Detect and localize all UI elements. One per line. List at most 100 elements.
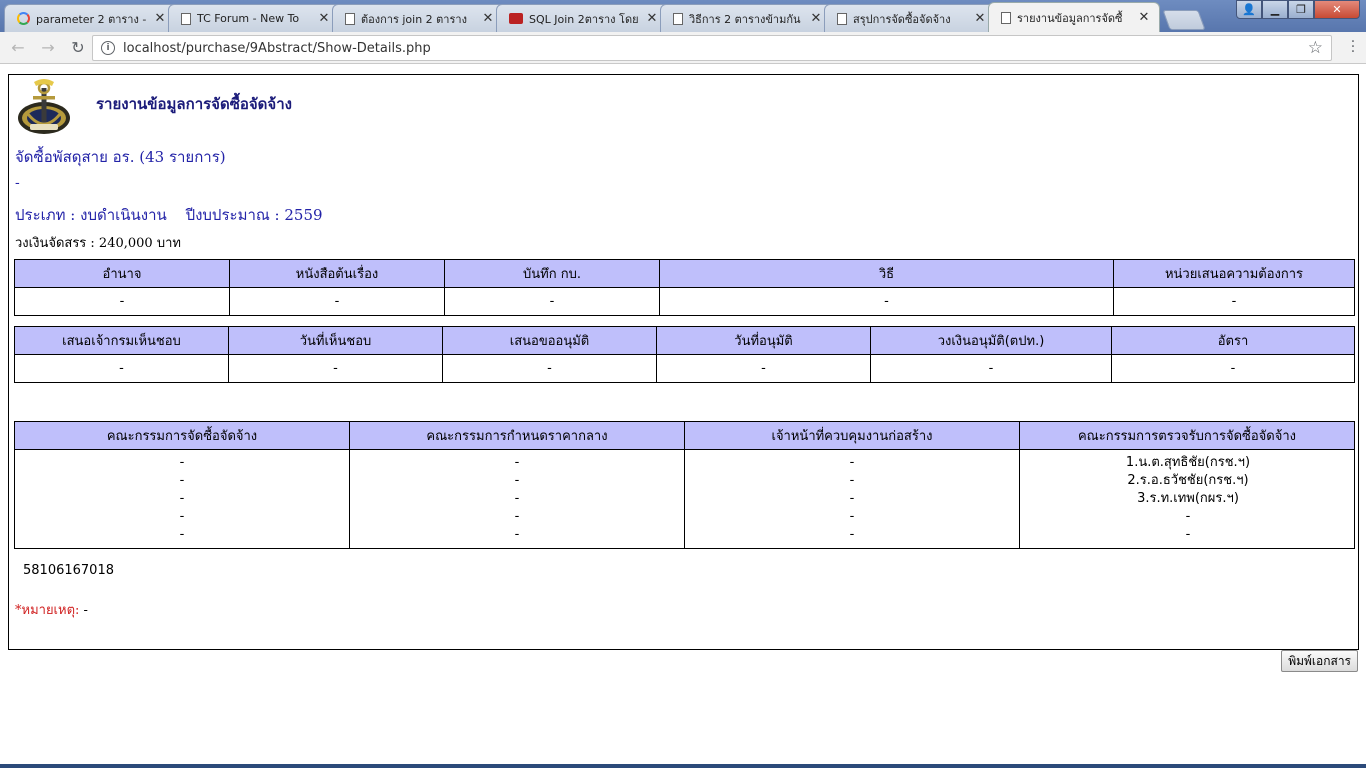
print-document-button[interactable]: พิมพ์เอกสาร [1281,650,1358,672]
table-cell: - [870,354,1112,383]
taskbar-edge [0,764,1366,768]
table-header: อำนาจ [14,259,230,288]
user-icon[interactable]: 👤 [1236,0,1262,19]
list-item: - [849,455,855,470]
url-text[interactable]: localhost/purchase/9Abstract/Show-Detail… [123,41,1308,56]
table-row: - - - - - - - - - - - - - - - 1.น.ต.สุทธ… [14,449,1355,549]
close-icon[interactable]: ✕ [809,11,823,26]
back-icon[interactable]: ← [6,36,30,60]
google-icon [17,12,30,25]
close-icon[interactable]: ✕ [973,11,987,26]
list-item: - [514,491,520,506]
remark-value: - [83,603,88,618]
maximize-icon[interactable]: ❐ [1288,0,1314,19]
list-item: - [1185,509,1191,524]
dash-line: - [15,175,20,191]
item-line: จัดซื้อพัสดุสาย อร. (43 รายการ) [15,148,226,166]
tab-label: สรุปการจัดซื้อจัดจ้าง [853,12,951,26]
close-icon[interactable]: ✕ [481,11,495,26]
construction-supervisor-cell: - - - - - [684,449,1020,549]
tab-summary[interactable]: สรุปการจัดซื้อจัดจ้าง ✕ [824,4,996,32]
table-header: หนังสือต้นเรื่อง [229,259,445,288]
new-tab-button[interactable] [1162,10,1206,30]
document-icon [181,12,191,25]
inspection-committee-cell: 1.น.ต.สุทธิชัย(กรช.ฯ) 2.ร.อ.ธวัชชัย(กรช.… [1019,449,1355,549]
table-cell: - [659,287,1114,316]
table-header: วิธี [659,259,1114,288]
minimize-icon[interactable]: ▁ [1262,0,1288,19]
tab-parameter[interactable]: parameter 2 ตาราง - ✕ [4,4,176,32]
bookmark-star-icon[interactable]: ☆ [1308,38,1323,58]
table-row: - - - - - [14,287,1355,316]
table-header: วงเงินอนุมัติ(ตปท.) [870,326,1112,355]
forward-icon[interactable]: → [36,36,60,60]
tab-strip: parameter 2 ตาราง - ✕ TC Forum - New To … [4,2,1206,32]
tab-report[interactable]: รายงานข้อมูลการจัดซื้ ✕ [988,2,1160,32]
tab-label: TC Forum - New To [197,12,300,25]
list-item: - [849,527,855,542]
list-item: - [1185,527,1191,542]
table-header: คณะกรรมการกำหนดราคากลาง [349,421,685,450]
tab-label: รายงานข้อมูลการจัดซื้ [1017,11,1123,25]
list-item: - [179,509,185,524]
fiscal-year: ปีงบประมาณ : 2559 [185,206,323,224]
table-header: คณะกรรมการตรวจรับการจัดซื้อจัดจ้าง [1019,421,1355,450]
browser-toolbar: ← → ↻ i localhost/purchase/9Abstract/Sho… [0,32,1366,64]
report-title: รายงานข้อมูลการจัดซื้อจัดจ้าง [96,95,292,113]
tab-tc-forum[interactable]: TC Forum - New To ✕ [168,4,340,32]
list-item: - [179,527,185,542]
address-bar[interactable]: i localhost/purchase/9Abstract/Show-Deta… [92,35,1332,61]
table-row: - - - - - - [14,354,1355,383]
browser-titlebar: parameter 2 ตาราง - ✕ TC Forum - New To … [0,0,1366,32]
close-icon[interactable]: ✕ [645,11,659,26]
list-item: - [514,527,520,542]
table-header: วันที่อนุมัติ [656,326,871,355]
document-icon [673,12,683,25]
table-cell: - [442,354,657,383]
price-committee-cell: - - - - - [349,449,685,549]
budget-type: ประเภท : งบดำเนินงาน [15,206,167,224]
list-item: 2.ร.อ.ธวัชชัย(กรช.ฯ) [1127,473,1249,488]
approval-table: เสนอเจ้ากรมเห็นชอบ วันที่เห็นชอบ เสนอขออ… [14,326,1355,383]
sql-site-icon [509,13,523,24]
report-panel: รายงานข้อมูลการจัดซื้อจัดจ้าง จัดซื้อพัส… [8,74,1359,650]
table-cell: - [656,354,871,383]
tab-howto[interactable]: วิธีการ 2 ตารางข้ามกัน ✕ [660,4,832,32]
list-item: - [849,491,855,506]
tab-label: วิธีการ 2 ตารางข้ามกัน [689,12,801,26]
close-icon[interactable]: ✕ [317,11,331,26]
project-number: 58106167018 [23,563,114,578]
info-icon[interactable]: i [101,41,115,55]
navy-emblem-icon [16,78,72,136]
table-cell: - [1113,287,1355,316]
tab-label: parameter 2 ตาราง - [36,12,147,26]
report-header: รายงานข้อมูลการจัดซื้อจัดจ้าง [16,78,292,136]
table-cell: - [1111,354,1355,383]
reload-icon[interactable]: ↻ [66,36,90,60]
type-fiscal-line: ประเภท : งบดำเนินงาน ปีงบประมาณ : 2559 [15,203,337,227]
list-item: 1.น.ต.สุทธิชัย(กรช.ฯ) [1125,455,1251,470]
list-item: - [514,509,520,524]
list-item: - [179,455,185,470]
remark-label: *หมายเหตุ: [15,603,80,618]
close-icon[interactable]: ✕ [1137,10,1151,25]
window-controls: 👤 ▁ ❐ ✕ [1236,0,1360,19]
window-close-icon[interactable]: ✕ [1314,0,1360,19]
kebab-menu-icon[interactable]: · · · [1350,35,1356,59]
tab-label: SQL Join 2ตาราง โดย [529,12,639,26]
document-icon [345,12,355,25]
list-item: - [179,491,185,506]
close-icon[interactable]: ✕ [153,11,167,26]
table-cell: - [444,287,660,316]
table-header: เสนอเจ้ากรมเห็นชอบ [14,326,229,355]
tab-sql-join[interactable]: SQL Join 2ตาราง โดย ✕ [496,4,668,32]
procurement-committee-cell: - - - - - [14,449,350,549]
list-item: 3.ร.ท.เทพ(กผร.ฯ) [1137,491,1239,506]
tab-join[interactable]: ต้องการ join 2 ตาราง ✕ [332,4,504,32]
list-item: - [849,509,855,524]
tab-label: ต้องการ join 2 ตาราง [361,12,467,26]
list-item: - [514,455,520,470]
document-icon [837,12,847,25]
remark: *หมายเหตุ: - [15,599,88,620]
authority-table: อำนาจ หนังสือต้นเรื่อง บันทึก กบ. วิธี ห… [14,259,1355,316]
